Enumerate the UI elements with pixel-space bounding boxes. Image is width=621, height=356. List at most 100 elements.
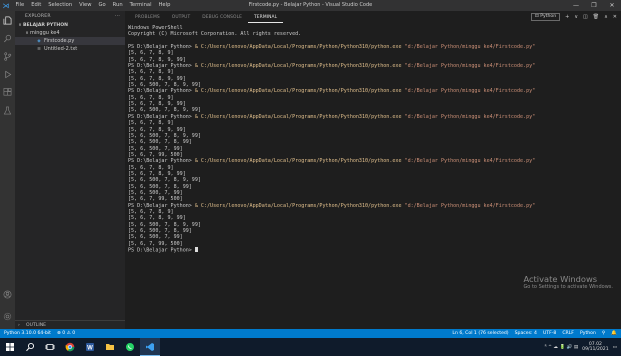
- menu-terminal[interactable]: Terminal: [126, 0, 155, 11]
- terminal-text: [5, 6, 7, 99, 500]: [128, 151, 183, 158]
- terminal-shell-selector[interactable]: ⊡ Python: [530, 13, 561, 21]
- terminal-path: PS D:\Belajar Python>: [128, 202, 195, 209]
- terminal-text: [5, 6, 7, 8, 9, 99]: [128, 126, 186, 133]
- status-bar: Python 3.10.0 64-bit ⊗ 0 ⚠ 0 Ln 6, Col 1…: [0, 329, 621, 338]
- terminal-dropdown-button[interactable]: ∨: [574, 14, 578, 20]
- terminal-cursor: [194, 247, 198, 253]
- outline-section[interactable]: › OUTLINE: [15, 320, 125, 329]
- windows-start-icon[interactable]: [0, 338, 20, 356]
- menu-bar: File Edit Selection View Go Run Terminal Help: [12, 0, 174, 11]
- word-icon[interactable]: W: [80, 338, 100, 356]
- run-debug-icon[interactable]: [0, 67, 15, 81]
- split-terminal-button[interactable]: ◫: [583, 14, 588, 20]
- vscode-icon[interactable]: [140, 338, 160, 356]
- terminal-text: [5, 6, 7, 99, 500]: [128, 196, 183, 203]
- tab-problems[interactable]: PROBLEMS: [129, 13, 166, 23]
- windows-taskbar: W ᴿ ^ ☁ 🔋 🔊 ▤ 07.02 09/11/2021 ▭: [0, 338, 621, 356]
- terminal-arg: "d:/Belajar Python/minggu ke4/Firstcode.…: [404, 113, 536, 120]
- menu-edit[interactable]: Edit: [28, 0, 45, 11]
- terminal-text: [5, 6, 7, 8, 9, 99]: [128, 101, 186, 108]
- terminal-text: [5, 6, 7, 8, 9, 99]: [128, 215, 186, 222]
- notifications-bell-icon[interactable]: 🔔: [611, 331, 617, 336]
- notification-center-icon[interactable]: ▭: [613, 345, 617, 350]
- terminal-text: [5, 6, 7, 8, 9, 99]: [128, 56, 186, 63]
- source-control-icon[interactable]: [0, 49, 15, 63]
- extensions-icon[interactable]: [0, 85, 15, 99]
- explorer-title: EXPLORER: [25, 13, 51, 19]
- terminal-text: [5, 6, 500, 7, 8, 9, 99]: [128, 107, 201, 114]
- cursor-position-status[interactable]: Ln 6, Col 1 (76 selected): [452, 331, 508, 336]
- chrome-icon[interactable]: [60, 338, 80, 356]
- file-item[interactable]: ◆ Firstcode.py: [15, 37, 125, 45]
- terminal-arg: "d:/Belajar Python/minggu ke4/Firstcode.…: [404, 202, 536, 209]
- feedback-icon[interactable]: ⚲: [602, 331, 605, 336]
- system-tray: ᴿ ^ ☁ 🔋 🔊 ▤ 07.02 09/11/2021 ▭: [545, 338, 617, 356]
- problems-status[interactable]: ⊗ 0 ⚠ 0: [57, 331, 75, 336]
- menu-run[interactable]: Run: [109, 0, 126, 11]
- terminal-path: PS D:\Belajar Python>: [128, 63, 195, 70]
- explorer-header: EXPLORER ···: [15, 11, 125, 21]
- folder-label: minggu ke4: [30, 30, 60, 36]
- terminal-text: [5, 6, 7, 8, 9]: [128, 69, 174, 76]
- terminal-text: [5, 6, 500, 7, 8, 9, 99]: [128, 82, 201, 89]
- menu-selection[interactable]: Selection: [45, 0, 76, 11]
- terminal-text: [5, 6, 7, 8, 9]: [128, 164, 174, 171]
- search-icon[interactable]: [0, 31, 15, 45]
- encoding-status[interactable]: UTF-8: [543, 331, 556, 336]
- terminal-text: [5, 6, 7, 8, 9, 99]: [128, 75, 186, 82]
- close-button[interactable]: ✕: [603, 0, 621, 11]
- indentation-status[interactable]: Spaces: 4: [515, 331, 537, 336]
- settings-gear-icon[interactable]: [0, 309, 15, 323]
- tab-debug-console[interactable]: DEBUG CONSOLE: [196, 13, 248, 23]
- terminal-cmd: & C:/Users/lenovo/AppData/Local/Programs…: [194, 202, 402, 209]
- search-icon[interactable]: [20, 338, 40, 356]
- menu-go[interactable]: Go: [95, 0, 109, 11]
- watermark-subtitle: Go to Settings to activate Windows.: [523, 284, 613, 290]
- whatsapp-icon[interactable]: [120, 338, 140, 356]
- terminal-path: PS D:\Belajar Python>: [128, 113, 195, 120]
- minimize-button[interactable]: —: [567, 0, 585, 11]
- text-file-icon: ≡: [37, 46, 41, 52]
- tab-output[interactable]: OUTPUT: [166, 13, 197, 23]
- menu-help[interactable]: Help: [155, 0, 174, 11]
- folder-label: BELAJAR PYTHON: [23, 22, 68, 28]
- explorer-icon[interactable]: [0, 13, 15, 27]
- clock[interactable]: 07.02 09/11/2021: [582, 342, 608, 353]
- activate-windows-watermark: Activate Windows Go to Settings to activ…: [523, 274, 613, 291]
- tray-icons[interactable]: ᴿ ^ ☁ 🔋 🔊 ▤: [545, 345, 579, 350]
- terminal-text: [5, 6, 7, 8, 9]: [128, 94, 174, 101]
- terminal-final-prompt: PS D:\Belajar Python>: [128, 247, 617, 254]
- terminal-cmd: & C:/Users/lenovo/AppData/Local/Programs…: [194, 44, 402, 51]
- folder-minggu-ke4[interactable]: ∨ minggu ke4: [15, 29, 125, 37]
- terminal-arg: "d:/Belajar Python/minggu ke4/Firstcode.…: [404, 158, 536, 165]
- file-item[interactable]: ≡ Untitled-2.txt: [15, 45, 125, 53]
- new-terminal-button[interactable]: +: [565, 14, 569, 20]
- window-controls: — ❐ ✕: [567, 0, 621, 11]
- clock-date: 09/11/2021: [582, 347, 609, 352]
- account-icon[interactable]: [0, 287, 15, 301]
- explorer-sidebar: EXPLORER ··· ∨ BELAJAR PYTHON ∨ minggu k…: [15, 11, 125, 329]
- file-label: Firstcode.py: [44, 38, 75, 44]
- more-actions-button[interactable]: ···: [115, 14, 120, 19]
- file-explorer-icon[interactable]: [100, 338, 120, 356]
- terminal-cmd: & C:/Users/lenovo/AppData/Local/Programs…: [194, 63, 402, 70]
- file-label: Untitled-2.txt: [44, 46, 78, 52]
- terminal-text: [5, 6, 500, 7, 8, 9, 99]: [128, 132, 201, 139]
- kill-terminal-button[interactable]: 🗑: [593, 14, 599, 20]
- terminal-line: Copyright (C) Microsoft Corporation. All…: [128, 31, 617, 37]
- python-file-icon: ◆: [37, 38, 41, 44]
- menu-file[interactable]: File: [12, 0, 28, 11]
- task-view-icon[interactable]: [40, 338, 60, 356]
- terminal-text: [5, 6, 7, 99, 500]: [128, 240, 183, 247]
- terminal-text: Copyright (C) Microsoft Corporation. All…: [128, 31, 302, 38]
- close-panel-button[interactable]: ✕: [613, 14, 617, 20]
- tab-terminal[interactable]: TERMINAL: [248, 13, 284, 23]
- testing-icon[interactable]: [0, 103, 15, 117]
- maximize-panel-button[interactable]: ∧: [604, 14, 608, 20]
- folder-belajar-python[interactable]: ∨ BELAJAR PYTHON: [15, 21, 125, 29]
- eol-status[interactable]: CRLF: [562, 331, 574, 336]
- menu-view[interactable]: View: [76, 0, 95, 11]
- maximize-button[interactable]: ❐: [585, 0, 603, 11]
- python-interpreter-status[interactable]: Python 3.10.0 64-bit: [4, 331, 51, 336]
- language-mode-status[interactable]: Python: [580, 331, 596, 336]
